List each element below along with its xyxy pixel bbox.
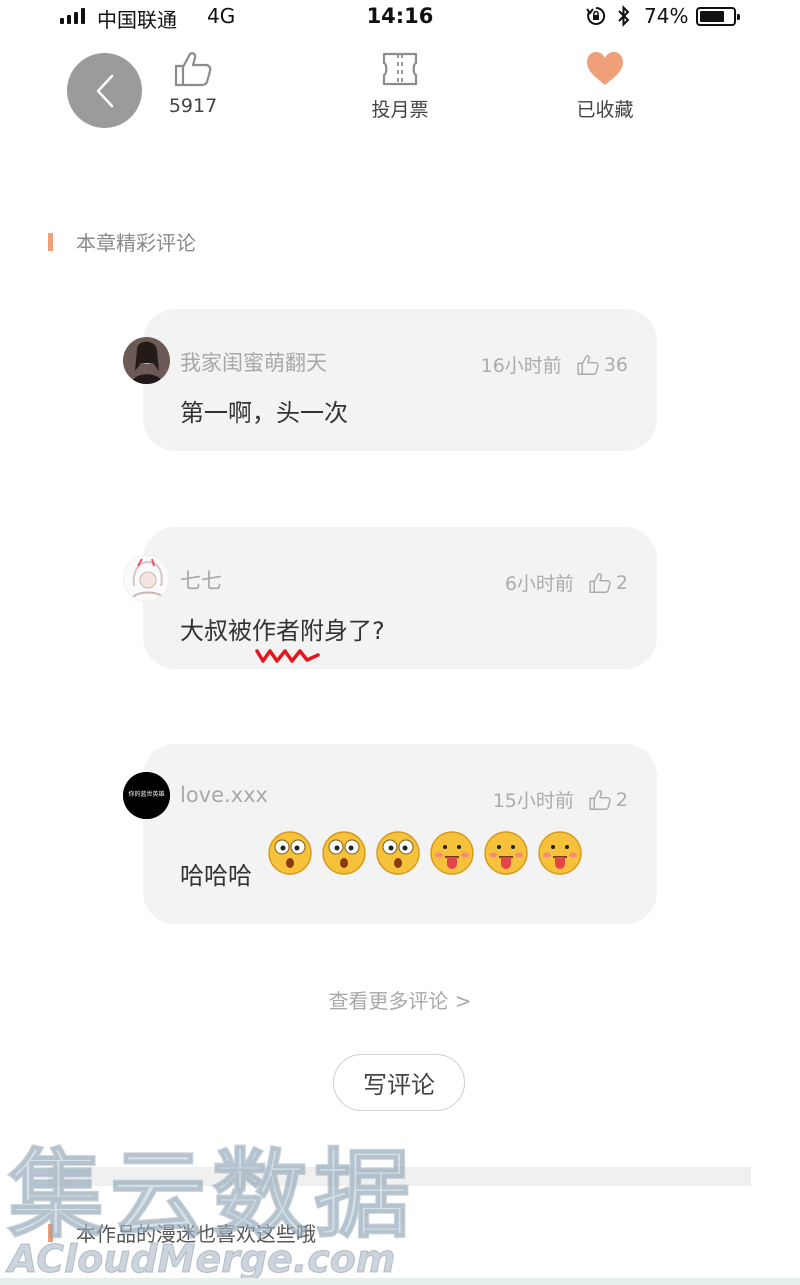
comment-time: 15小时前 xyxy=(492,790,574,812)
avatar[interactable] xyxy=(123,337,170,384)
comment-card[interactable] xyxy=(143,309,657,451)
section-accent-bar xyxy=(48,1223,53,1242)
shocked-face-icon xyxy=(322,831,366,875)
thumbs-up-icon xyxy=(589,572,611,593)
comment-like-count: 2 xyxy=(615,788,628,811)
comment-like-button[interactable]: 2 xyxy=(588,572,628,594)
comment-meta: 15小时前 2 xyxy=(493,786,628,813)
battery-icon xyxy=(696,7,740,26)
section-divider xyxy=(48,1167,751,1186)
write-comment-button[interactable]: 写评论 xyxy=(333,1054,465,1111)
watermark-logo: 集云数据 ACloudMerge.com xyxy=(7,1144,416,1282)
section-title: 本作品的漫迷也喜欢这些哦 xyxy=(76,1222,316,1246)
status-bar: 中国联通 4G 14:16 74% xyxy=(0,0,800,34)
bottom-edge xyxy=(0,1278,800,1285)
chevron-left-icon xyxy=(96,74,113,107)
comment-like-button[interactable]: 36 xyxy=(576,354,628,376)
comment-text: 第一啊，头一次 xyxy=(180,399,348,427)
tongue-face-icon xyxy=(538,831,582,875)
section-accent-bar xyxy=(48,232,53,251)
thumbs-up-icon xyxy=(577,354,599,375)
battery-percent: 74% xyxy=(644,4,689,28)
comment-meta: 6小时前 2 xyxy=(505,569,628,596)
comment-card[interactable] xyxy=(143,527,657,669)
comment-text: 大叔被作者附身了? xyxy=(180,617,385,645)
back-button[interactable] xyxy=(67,53,142,128)
tongue-face-icon xyxy=(430,831,474,875)
shocked-face-icon xyxy=(268,831,312,875)
section-title: 本章精彩评论 xyxy=(76,231,196,255)
related-section-header: 本作品的漫迷也喜欢这些哦 xyxy=(48,1218,316,1247)
bluetooth-icon xyxy=(618,5,630,27)
ticket-icon xyxy=(382,52,418,86)
thumbs-up-icon xyxy=(589,789,611,810)
favorite-label: 已收藏 xyxy=(576,99,634,121)
comment-username[interactable]: 七七 xyxy=(180,565,222,595)
thumbs-up-icon xyxy=(174,52,212,87)
orientation-lock-icon xyxy=(586,6,606,25)
avatar-text: 你的蓝世英雄 xyxy=(128,791,165,798)
comment-like-count: 2 xyxy=(615,571,628,594)
favorite-button[interactable]: 已收藏 xyxy=(545,50,665,122)
like-button[interactable]: 5917 xyxy=(133,50,253,117)
avatar[interactable] xyxy=(123,555,170,602)
red-squiggle-underline xyxy=(255,649,320,663)
comment-like-button[interactable]: 2 xyxy=(588,789,628,811)
comment-text: 哈哈哈 xyxy=(180,862,252,890)
comment-meta: 16小时前 36 xyxy=(481,351,628,378)
comments-section-header: 本章精彩评论 xyxy=(48,227,196,256)
comment-time: 16小时前 xyxy=(480,355,562,377)
comment-username[interactable]: 我家闺蜜萌翻天 xyxy=(180,347,327,377)
avatar[interactable]: 你的蓝世英雄 xyxy=(123,772,170,819)
vote-label: 投月票 xyxy=(371,99,429,121)
comment-like-count: 36 xyxy=(603,353,628,376)
shocked-face-icon xyxy=(376,831,420,875)
emoji-row xyxy=(267,829,583,875)
monthly-vote-button[interactable]: 投月票 xyxy=(340,50,460,122)
comment-time: 6小时前 xyxy=(504,573,574,595)
like-count: 5917 xyxy=(168,95,218,117)
view-more-comments-link[interactable]: 查看更多评论 > xyxy=(0,985,800,1014)
heart-icon xyxy=(587,52,623,85)
tongue-face-icon xyxy=(484,831,528,875)
comment-username[interactable]: love.xxx xyxy=(180,783,268,807)
